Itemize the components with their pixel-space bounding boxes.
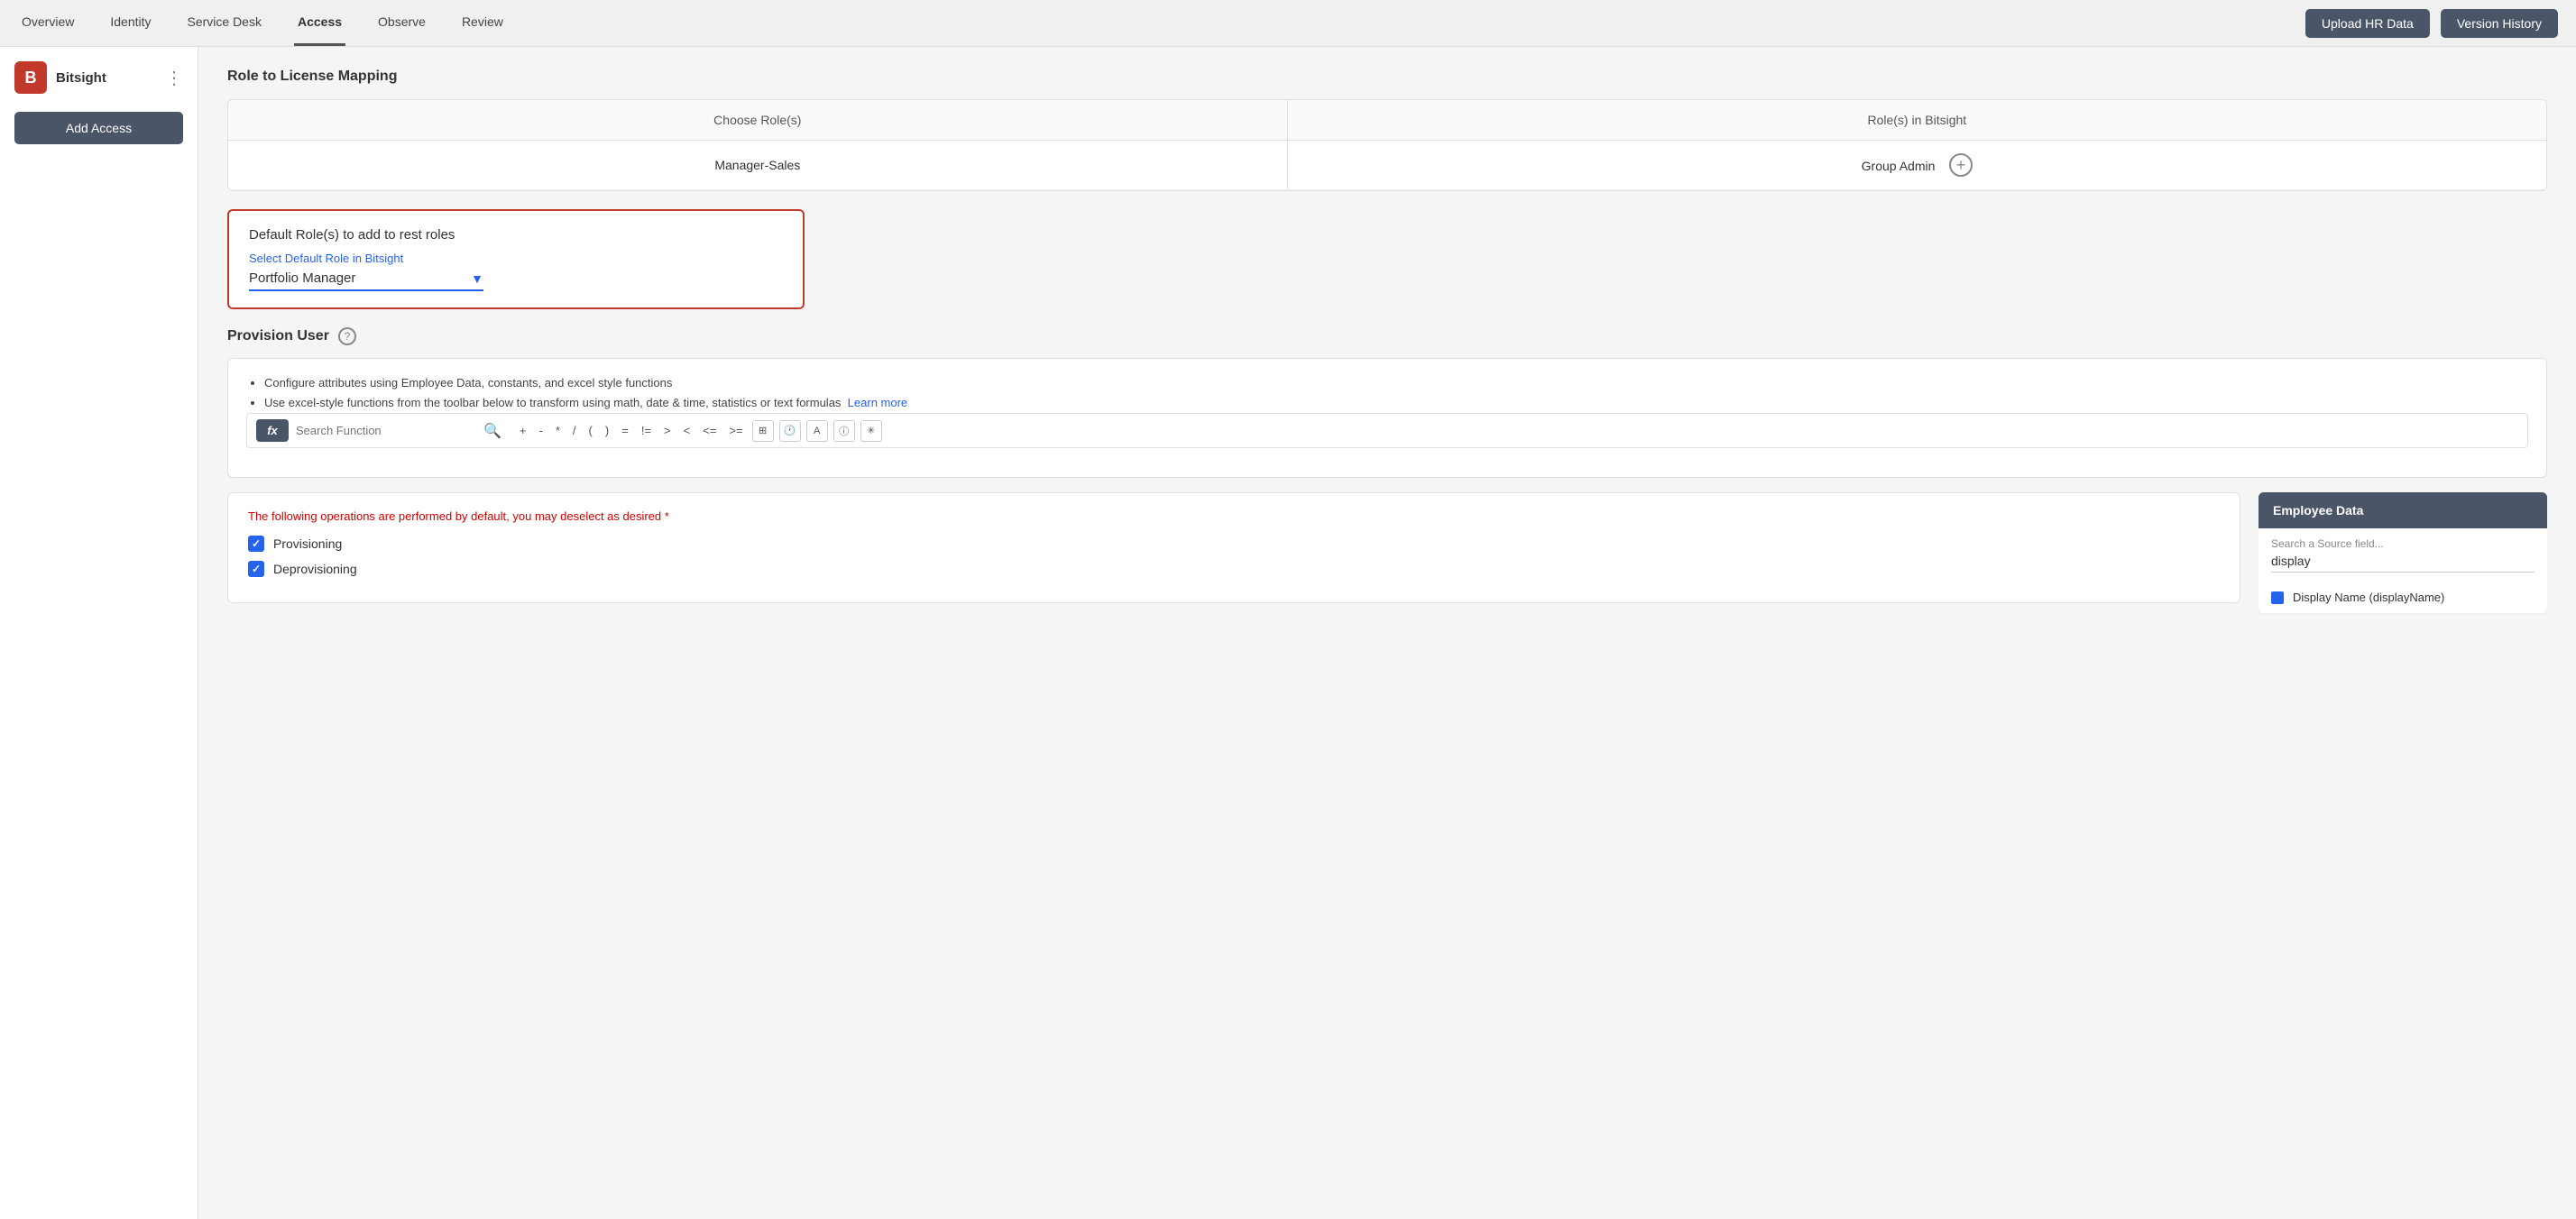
nav-overview[interactable]: Overview xyxy=(18,0,78,46)
add-row-button[interactable]: + xyxy=(1949,153,1973,177)
employee-list: Display Name (displayName) xyxy=(2259,582,2547,614)
employee-panel: Employee Data Search a Source field... D… xyxy=(2259,492,2547,614)
provision-info-box: Configure attributes using Employee Data… xyxy=(227,358,2547,478)
provisioning-label: Provisioning xyxy=(273,536,342,551)
role-select[interactable]: Portfolio Manager ▼ xyxy=(249,270,483,291)
col-header-bitsight: Role(s) in Bitsight xyxy=(1287,100,2546,141)
provision-section: Provision User ? Configure attributes us… xyxy=(227,327,2547,614)
sparkle-icon[interactable]: ✳ xyxy=(860,420,882,442)
nav-identity[interactable]: Identity xyxy=(106,0,154,46)
default-role-label: Select Default Role in Bitsight xyxy=(249,252,783,265)
role-cell: Manager-Sales xyxy=(228,141,1287,190)
checkmark-icon: ✓ xyxy=(252,537,261,550)
provision-bullet-2: Use excel-style functions from the toolb… xyxy=(264,393,2528,413)
deprovisioning-label: Deprovisioning xyxy=(273,562,357,576)
provisioning-row: ✓ Provisioning xyxy=(248,536,2220,552)
op-equals[interactable]: = xyxy=(618,422,632,439)
nav-service-desk[interactable]: Service Desk xyxy=(184,0,265,46)
main-content: Role to License Mapping Choose Role(s) R… xyxy=(198,47,2576,1219)
employee-search-input[interactable] xyxy=(2271,554,2535,573)
nav-review[interactable]: Review xyxy=(458,0,507,46)
op-multiply[interactable]: * xyxy=(552,422,564,439)
lower-section: The following operations are performed b… xyxy=(227,492,2547,614)
learn-more-link[interactable]: Learn more xyxy=(848,396,907,409)
version-history-button[interactable]: Version History xyxy=(2441,9,2558,38)
fx-label: fx xyxy=(256,419,289,442)
brand-menu-icon[interactable]: ⋮ xyxy=(165,67,183,89)
deprovisioning-checkbox[interactable]: ✓ xyxy=(248,561,264,577)
op-less[interactable]: < xyxy=(680,422,695,439)
search-function-input[interactable] xyxy=(296,424,476,437)
op-gte[interactable]: >= xyxy=(725,422,746,439)
operations-desc: The following operations are performed b… xyxy=(248,509,2220,523)
grid-icon[interactable]: ⊞ xyxy=(752,420,774,442)
provision-bullets: Configure attributes using Employee Data… xyxy=(246,373,2528,413)
op-open-paren[interactable]: ( xyxy=(585,422,596,439)
operations-box: The following operations are performed b… xyxy=(227,492,2240,603)
sidebar-brand: B Bitsight ⋮ xyxy=(14,61,183,94)
op-greater[interactable]: > xyxy=(660,422,675,439)
nav-links: Overview Identity Service Desk Access Ob… xyxy=(18,0,507,46)
provision-header: Provision User ? xyxy=(227,327,2547,345)
employee-data-header: Employee Data xyxy=(2259,492,2547,528)
op-lte[interactable]: <= xyxy=(699,422,720,439)
role-mapping-table: Choose Role(s) Role(s) in Bitsight Manag… xyxy=(228,100,2546,190)
employee-search-label: Search a Source field... xyxy=(2271,537,2535,550)
brand-name: Bitsight xyxy=(56,70,165,86)
employee-data-box: Employee Data Search a Source field... D… xyxy=(2259,492,2547,614)
brand-logo: B xyxy=(14,61,47,94)
nav-observe[interactable]: Observe xyxy=(374,0,429,46)
checkmark-icon: ✓ xyxy=(252,563,261,575)
upload-hr-data-button[interactable]: Upload HR Data xyxy=(2305,9,2430,38)
asterisk: * xyxy=(665,509,669,523)
role-mapping-card: Choose Role(s) Role(s) in Bitsight Manag… xyxy=(227,99,2547,191)
font-icon[interactable]: A xyxy=(806,420,828,442)
role-select-value: Portfolio Manager xyxy=(249,270,471,286)
op-divide[interactable]: / xyxy=(569,422,580,439)
operations-panel: The following operations are performed b… xyxy=(227,492,2240,614)
op-minus[interactable]: - xyxy=(536,422,547,439)
field-icon xyxy=(2271,591,2284,604)
default-role-box: Default Role(s) to add to rest roles Sel… xyxy=(227,209,805,309)
bitsight-role-cell: Group Admin + xyxy=(1287,141,2546,190)
deprovisioning-row: ✓ Deprovisioning xyxy=(248,561,2220,577)
role-mapping-title: Role to License Mapping xyxy=(227,69,2547,85)
formula-operators: + - * / ( ) = != > < <= >= ⊞ 🕐 xyxy=(516,420,882,442)
list-item[interactable]: Display Name (displayName) xyxy=(2259,582,2547,614)
info-icon[interactable]: ⓘ xyxy=(833,420,855,442)
sidebar: B Bitsight ⋮ Add Access xyxy=(0,47,198,1219)
nav-access[interactable]: Access xyxy=(294,0,345,46)
formula-bar: fx 🔍 + - * / ( ) = != > < <= xyxy=(246,413,2528,448)
op-not-equals[interactable]: != xyxy=(638,422,655,439)
chevron-down-icon: ▼ xyxy=(471,271,483,286)
nav-actions: Upload HR Data Version History xyxy=(2305,9,2558,38)
op-plus[interactable]: + xyxy=(516,422,530,439)
table-row: Manager-Sales Group Admin + xyxy=(228,141,2546,190)
provisioning-checkbox[interactable]: ✓ xyxy=(248,536,264,552)
provision-title: Provision User xyxy=(227,328,329,344)
top-nav: Overview Identity Service Desk Access Ob… xyxy=(0,0,2576,47)
employee-item-text: Display Name (displayName) xyxy=(2293,591,2444,604)
add-access-button[interactable]: Add Access xyxy=(14,112,183,144)
help-icon[interactable]: ? xyxy=(338,327,356,345)
app-layout: B Bitsight ⋮ Add Access Role to License … xyxy=(0,47,2576,1219)
search-icon[interactable]: 🔍 xyxy=(483,422,501,440)
col-header-roles: Choose Role(s) xyxy=(228,100,1287,141)
employee-search-area: Search a Source field... xyxy=(2259,528,2547,582)
default-role-title: Default Role(s) to add to rest roles xyxy=(249,227,783,243)
provision-bullet-1: Configure attributes using Employee Data… xyxy=(264,373,2528,393)
op-close-paren[interactable]: ) xyxy=(602,422,612,439)
clock-icon[interactable]: 🕐 xyxy=(779,420,801,442)
